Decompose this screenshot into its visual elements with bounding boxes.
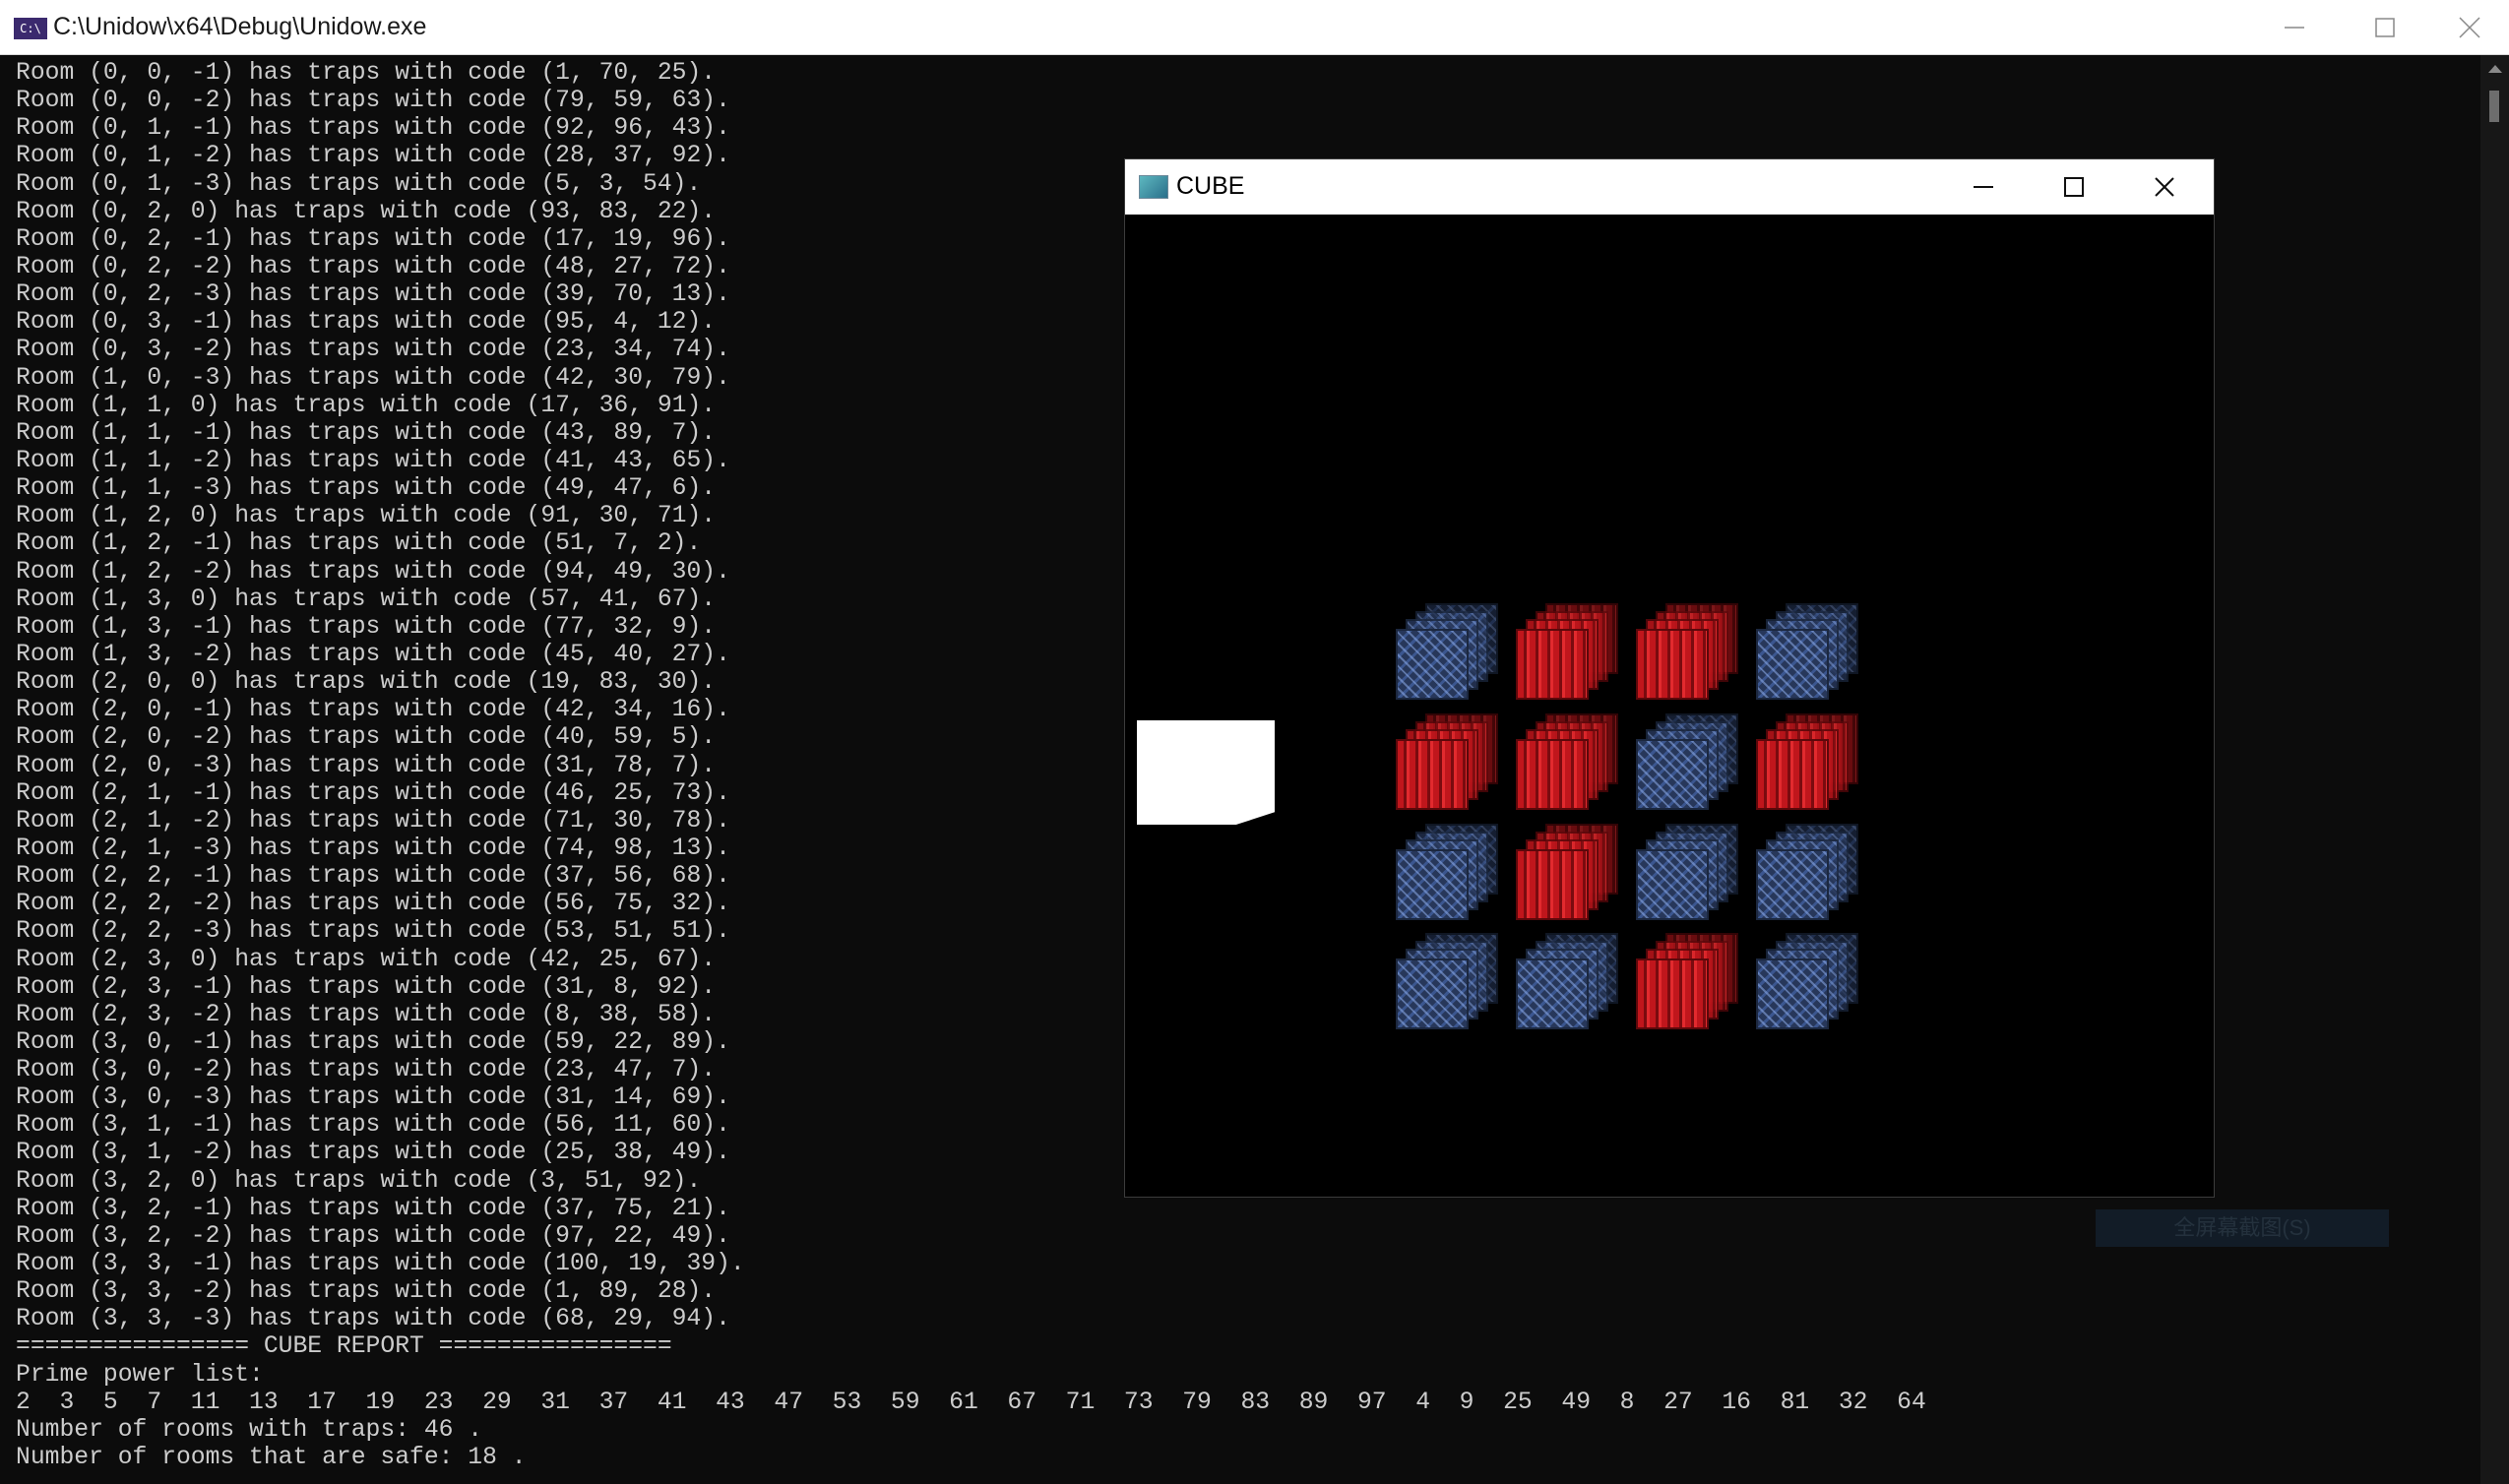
cube-layer xyxy=(1516,629,1589,700)
cube-cell-red xyxy=(1516,824,1622,932)
maximize-icon xyxy=(2064,177,2084,197)
console-line: Room (0, 0, -1) has traps with code (1, … xyxy=(16,59,717,87)
cube-app-icon xyxy=(1139,175,1168,199)
cube-layer xyxy=(1516,739,1589,810)
console-line: Number of rooms with traps: 46 . xyxy=(16,1415,483,1444)
cube-cell-blue xyxy=(1516,933,1622,1041)
cube-minimize-button[interactable] xyxy=(1938,159,2029,215)
cube-layer xyxy=(1756,739,1829,810)
cube-layer xyxy=(1756,629,1829,700)
cube-cell-blue xyxy=(1636,824,1742,932)
cube-render-canvas[interactable] xyxy=(1125,215,2214,1197)
console-line: ================ CUBE REPORT ===========… xyxy=(16,1332,672,1361)
scrollbar-thumb[interactable] xyxy=(2489,91,2499,122)
close-icon xyxy=(2459,17,2480,38)
cube-cell-blue xyxy=(1396,933,1502,1041)
cube-layer xyxy=(1516,849,1589,920)
console-line: Prime power list: xyxy=(16,1360,264,1389)
console-line: Room (0, 1, -1) has traps with code (92,… xyxy=(16,114,730,143)
cube-layer xyxy=(1636,629,1709,700)
minimize-icon xyxy=(2285,27,2304,29)
console-line: 2 3 5 7 11 13 17 19 23 29 31 37 41 43 47… xyxy=(16,1388,1926,1416)
cube-cell-red xyxy=(1756,713,1862,822)
close-icon xyxy=(2155,177,2174,197)
cube-cell-red xyxy=(1516,713,1622,822)
console-app-icon: C:\ xyxy=(14,18,47,39)
cube-layer xyxy=(1756,849,1829,920)
console-line: Room (3, 3, -2) has traps with code (1, … xyxy=(16,1277,717,1306)
cube-cell-blue xyxy=(1756,933,1862,1041)
console-titlebar[interactable]: C:\ C:\Unidow\x64\Debug\Unidow.exe xyxy=(0,0,2509,55)
minimize-icon xyxy=(1974,186,1993,188)
cube-maximize-button[interactable] xyxy=(2029,159,2119,215)
cube-cell-blue xyxy=(1396,824,1502,932)
cube-layer xyxy=(1396,629,1469,700)
cube-titlebar[interactable]: CUBE xyxy=(1125,159,2214,215)
white-panel xyxy=(1137,720,1275,825)
cube-layer xyxy=(1636,739,1709,810)
cube-cell-blue xyxy=(1636,713,1742,822)
cube-cell-red xyxy=(1516,603,1622,711)
cube-cell-blue xyxy=(1756,603,1862,711)
cube-window-title: CUBE xyxy=(1176,172,1245,200)
scroll-up-arrow-icon[interactable] xyxy=(2488,65,2502,73)
screenshot-button[interactable]: 全屏幕截图(S) xyxy=(2096,1209,2389,1247)
cube-layer xyxy=(1396,739,1469,810)
console-scrollbar[interactable] xyxy=(2480,55,2509,1484)
console-minimize-button[interactable] xyxy=(2249,0,2340,55)
cube-window[interactable]: CUBE xyxy=(1125,159,2214,1197)
cube-cell-red xyxy=(1636,933,1742,1041)
cube-cell-blue xyxy=(1396,603,1502,711)
console-line: Room (3, 2, -2) has traps with code (97,… xyxy=(16,1221,730,1250)
cube-layer xyxy=(1636,958,1709,1029)
cube-cell-red xyxy=(1396,713,1502,822)
cube-close-button[interactable] xyxy=(2119,159,2210,215)
console-line: Number of rooms that are safe: 18 . xyxy=(16,1444,527,1472)
cube-layer xyxy=(1396,849,1469,920)
console-window-title: C:\Unidow\x64\Debug\Unidow.exe xyxy=(53,13,427,40)
console-close-button[interactable] xyxy=(2430,0,2509,55)
console-maximize-button[interactable] xyxy=(2340,0,2430,55)
cube-layer xyxy=(1636,849,1709,920)
console-line: Room (3, 3, -3) has traps with code (68,… xyxy=(16,1305,730,1333)
maximize-icon xyxy=(2375,18,2395,37)
cube-cell-red xyxy=(1636,603,1742,711)
console-line: Room (3, 3, -1) has traps with code (100… xyxy=(16,1250,745,1278)
cube-cell-blue xyxy=(1756,824,1862,932)
console-line: Room (0, 0, -2) has traps with code (79,… xyxy=(16,87,730,115)
cube-layer xyxy=(1516,958,1589,1029)
cube-layer xyxy=(1396,958,1469,1029)
console-line: Room (3, 2, -1) has traps with code (37,… xyxy=(16,1194,730,1222)
cube-layer xyxy=(1756,958,1829,1029)
